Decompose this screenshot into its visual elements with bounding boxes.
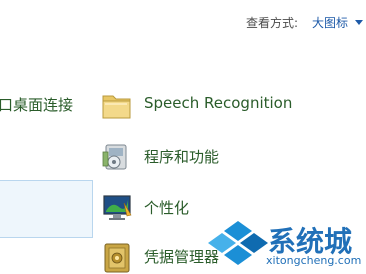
selected-item-highlight[interactable] <box>0 180 93 238</box>
item-label: 程序和功能 <box>144 148 220 166</box>
programs-features-icon <box>102 144 127 170</box>
view-by-dropdown[interactable]: 大图标 <box>312 14 348 31</box>
remote-desktop-connection-link[interactable]: 口桌面连接 <box>0 94 73 115</box>
personalization-icon <box>103 195 132 220</box>
folder-icon <box>102 95 131 119</box>
item-label: 个性化 <box>144 199 190 217</box>
view-by-label: 查看方式: <box>246 16 299 30</box>
dropdown-caret-icon[interactable] <box>355 20 363 25</box>
credential-manager-icon <box>104 243 130 273</box>
item-label: Speech Recognition <box>144 94 293 112</box>
watermark-url: xitongcheng.com <box>266 254 362 267</box>
